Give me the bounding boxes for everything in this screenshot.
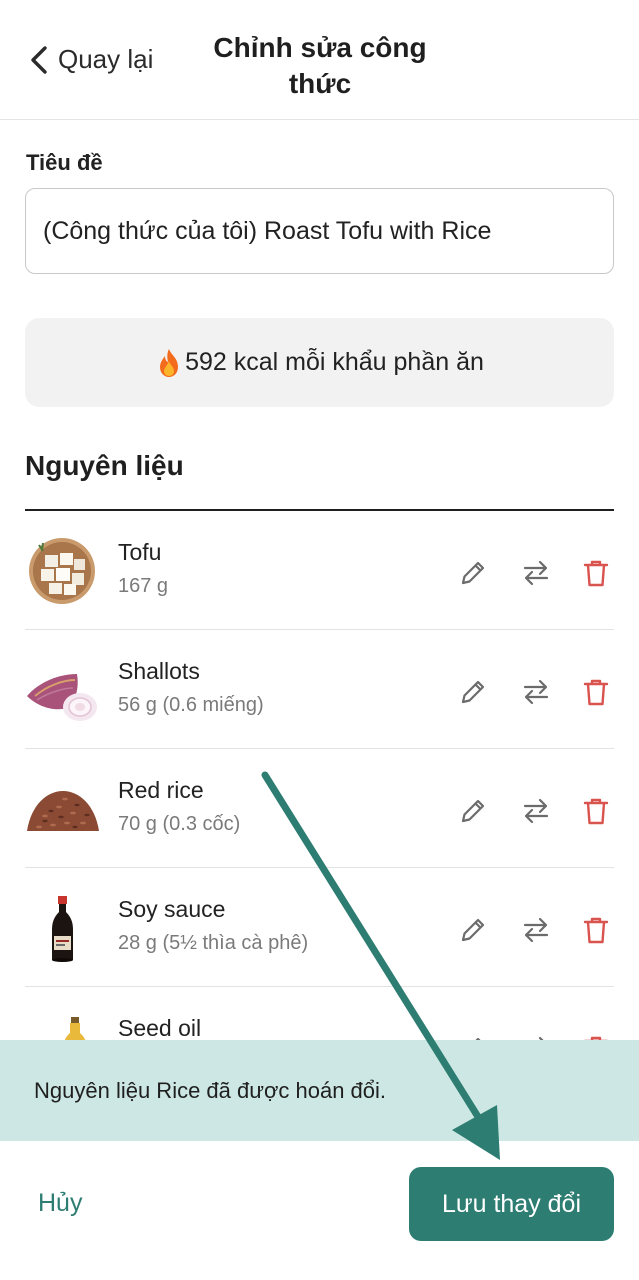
pencil-icon [461,680,485,704]
edit-ingredient-button[interactable] [455,674,491,710]
edit-ingredient-button[interactable] [455,912,491,948]
pencil-icon [461,561,485,585]
swap-ingredient-button[interactable] [518,555,554,591]
ingredient-name: Red rice [118,777,204,803]
swap-notification-toast: Nguyên liệu Rice đã được hoán đổi. [0,1040,639,1141]
delete-ingredient-button[interactable] [578,793,614,829]
trash-icon [583,917,609,944]
tofu-image [29,538,95,604]
ingredient-name: Seed oil [118,1015,202,1041]
edit-ingredient-button[interactable] [455,555,491,591]
ingredient-list: Tofu 167 g Shallots 56 g (0.6 miếng) Red… [25,511,614,1106]
pencil-icon [461,799,485,823]
toast-message: Nguyên liệu Rice đã được hoán đổi. [34,1077,387,1103]
page-title: Chỉnh sửa công thức [213,32,427,99]
delete-ingredient-button[interactable] [578,555,614,591]
ingredient-amount: 28 g (5½ thìa cà phê) [118,932,309,954]
pencil-icon [461,918,485,942]
swap-arrows-icon [523,679,549,705]
swap-arrows-icon [523,917,549,943]
swap-arrows-icon [523,560,549,586]
swap-ingredient-button[interactable] [518,912,554,948]
app-header: Quay lại Chỉnh sửa công thức [0,0,639,120]
swap-ingredient-button[interactable] [518,674,554,710]
ingredient-name: Shallots [118,658,200,684]
chevron-left-icon [31,45,47,74]
shallots-image [27,674,97,721]
ingredient-amount: 167 g [118,575,169,597]
cancel-button[interactable]: Hủy [38,1189,82,1218]
trash-icon [583,798,609,825]
ingredient-row[interactable]: Shallots 56 g (0.6 miếng) [25,630,614,749]
red-rice-image [27,791,99,831]
calorie-summary: 592 kcal mỗi khẩu phần ăn [25,318,614,407]
back-label: Quay lại [58,44,154,74]
ingredient-row[interactable]: Tofu 167 g [25,511,614,630]
save-changes-button[interactable]: Lưu thay đổi [409,1167,614,1241]
soy-sauce-image [52,896,73,962]
delete-ingredient-button[interactable] [578,674,614,710]
trash-icon [583,560,609,587]
swap-arrows-icon [523,798,549,824]
swap-ingredient-button[interactable] [518,793,554,829]
calorie-text: 592 kcal mỗi khẩu phần ăn [185,348,484,376]
ingredient-name: Soy sauce [118,896,226,922]
delete-ingredient-button[interactable] [578,912,614,948]
ingredient-name: Tofu [118,539,162,565]
ingredient-amount: 70 g (0.3 cốc) [118,813,241,835]
title-field-label: Tiêu đề [26,150,103,175]
ingredients-heading: Nguyên liệu [25,450,184,481]
back-button[interactable]: Quay lại [28,44,153,75]
action-footer: Hủy Lưu thay đổi [0,1141,639,1280]
recipe-title-input[interactable] [25,188,614,274]
edit-ingredient-button[interactable] [455,793,491,829]
trash-icon [583,679,609,706]
flame-icon [160,348,179,377]
ingredient-amount: 56 g (0.6 miếng) [118,694,264,716]
ingredient-row[interactable]: Soy sauce 28 g (5½ thìa cà phê) [25,868,614,987]
ingredient-row[interactable]: Red rice 70 g (0.3 cốc) [25,749,614,868]
